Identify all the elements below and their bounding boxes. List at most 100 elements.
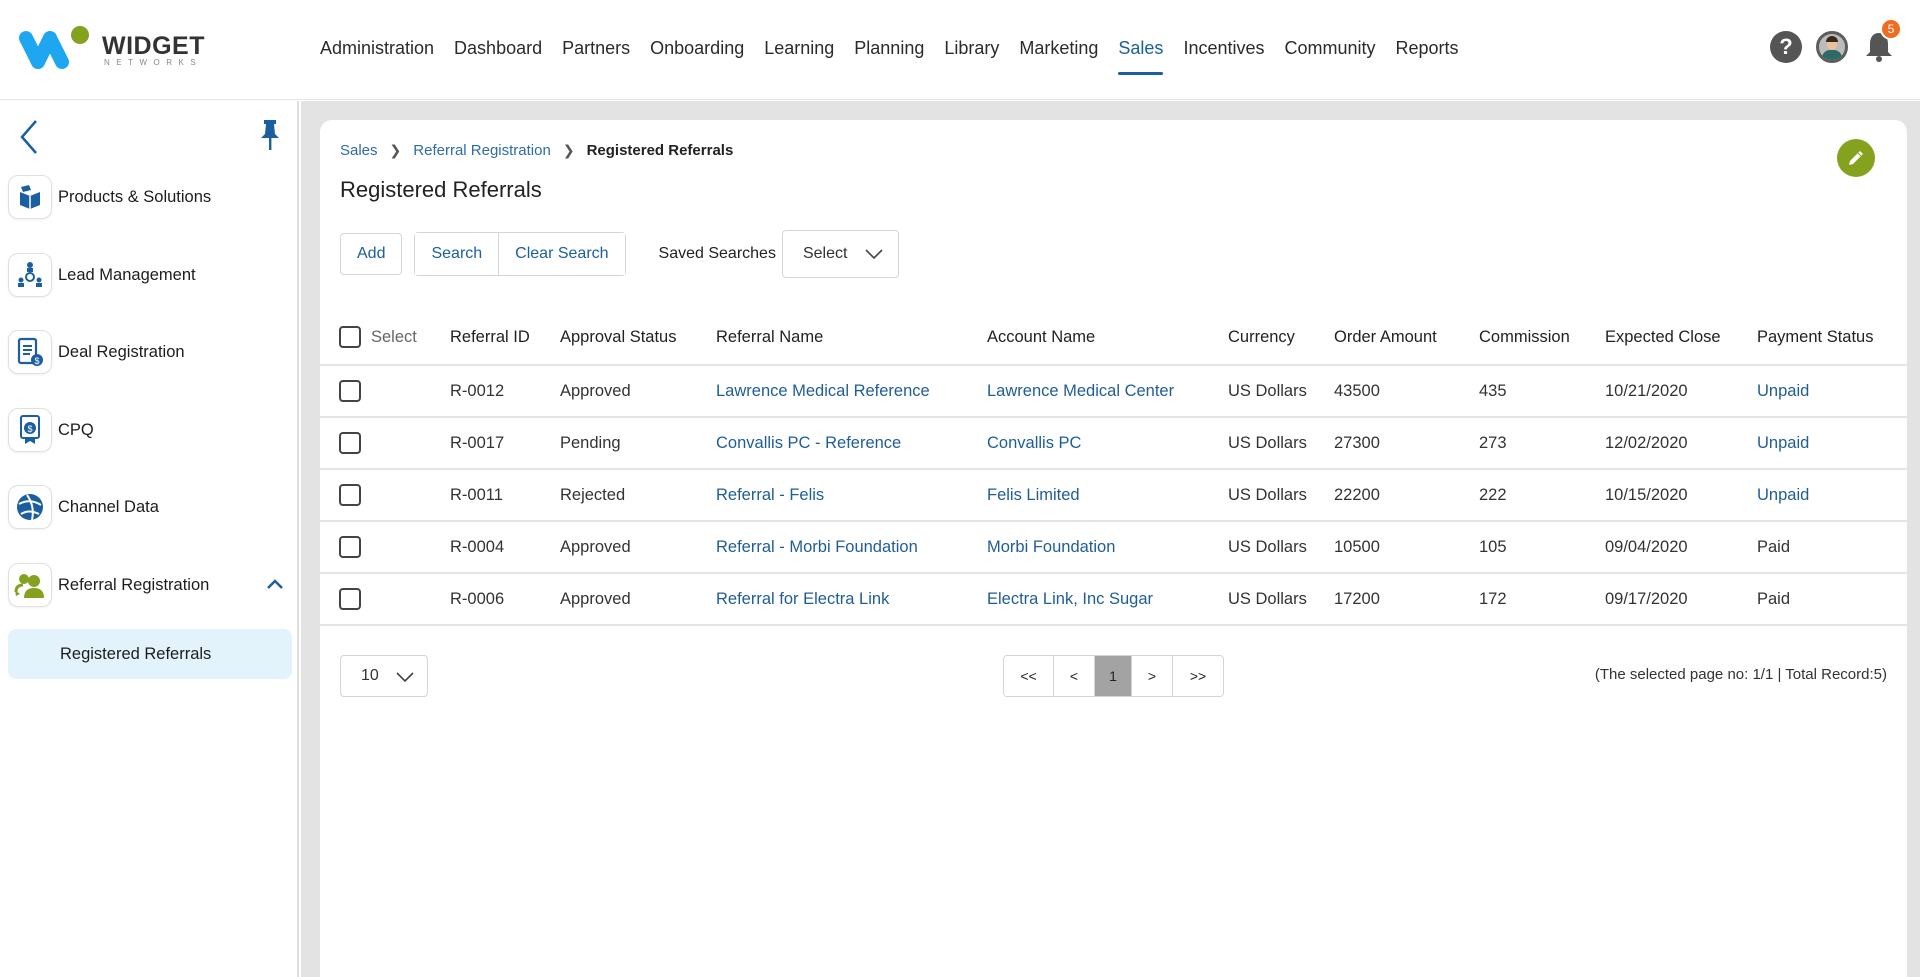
order-amount: 10500 bbox=[1334, 537, 1380, 556]
order-amount: 27300 bbox=[1334, 433, 1380, 452]
nav-administration[interactable]: Administration bbox=[320, 0, 434, 100]
account-name-link[interactable]: Electra Link, Inc Sugar bbox=[987, 574, 1153, 624]
currency: US Dollars bbox=[1228, 589, 1307, 608]
help-icon[interactable]: ? bbox=[1770, 31, 1802, 63]
column-header-account-name[interactable]: Account Name bbox=[987, 310, 1095, 364]
approval-status: Approved bbox=[560, 381, 631, 400]
table-row[interactable]: R-0004 Approved Referral - Morbi Foundat… bbox=[320, 522, 1907, 574]
notifications-button[interactable]: 5 bbox=[1862, 18, 1902, 64]
nav-community[interactable]: Community bbox=[1284, 0, 1375, 100]
referral-name-link[interactable]: Lawrence Medical Reference bbox=[716, 366, 930, 416]
edit-button[interactable] bbox=[1837, 139, 1875, 177]
payment-status: Paid bbox=[1757, 537, 1791, 556]
saved-searches-select[interactable]: Select bbox=[781, 230, 899, 278]
account-name-link[interactable]: Felis Limited bbox=[987, 470, 1080, 520]
chevron-down-icon bbox=[865, 249, 883, 260]
content-card: Sales ❯ Referral Registration ❯ Register… bbox=[320, 120, 1907, 977]
sidebar-item-cpq[interactable]: $ CPQ bbox=[8, 405, 293, 455]
sidebar-item-label: CPQ bbox=[58, 420, 94, 439]
sidebar-subitem-registered-referrals[interactable]: Registered Referrals bbox=[8, 629, 292, 679]
column-header-expected-close[interactable]: Expected Close bbox=[1605, 310, 1721, 364]
toolbar: Add Search Clear Search Saved Searches S… bbox=[340, 230, 899, 278]
clear-search-button[interactable]: Clear Search bbox=[498, 233, 625, 275]
referral-name-link[interactable]: Referral - Morbi Foundation bbox=[716, 522, 918, 572]
row-checkbox[interactable] bbox=[339, 588, 361, 610]
last-page-button[interactable]: >> bbox=[1173, 656, 1223, 696]
nav-dashboard[interactable]: Dashboard bbox=[454, 0, 542, 100]
row-checkbox[interactable] bbox=[339, 432, 361, 454]
table-row[interactable]: R-0006 Approved Referral for Electra Lin… bbox=[320, 574, 1907, 626]
table-row[interactable]: R-0011 Rejected Referral - Felis Felis L… bbox=[320, 470, 1907, 522]
order-amount: 22200 bbox=[1334, 485, 1380, 504]
select-all-checkbox[interactable] bbox=[339, 326, 361, 348]
sidebar-item-products-solutions[interactable]: Products & Solutions bbox=[8, 172, 293, 222]
referral-id: R-0017 bbox=[450, 433, 505, 452]
payment-status-link[interactable]: Unpaid bbox=[1757, 418, 1809, 468]
page-1-button[interactable]: 1 bbox=[1095, 656, 1132, 696]
expected-close: 10/21/2020 bbox=[1605, 381, 1688, 400]
payment-status-link[interactable]: Unpaid bbox=[1757, 470, 1809, 520]
sidebar-item-label: Lead Management bbox=[58, 265, 196, 284]
nav-sales[interactable]: Sales bbox=[1118, 0, 1164, 100]
nav-library[interactable]: Library bbox=[944, 0, 999, 100]
first-page-button[interactable]: << bbox=[1004, 656, 1054, 696]
referral-name-link[interactable]: Convallis PC - Reference bbox=[716, 418, 901, 468]
svg-text:$: $ bbox=[34, 356, 39, 366]
logo-mark-icon bbox=[19, 26, 89, 69]
header-actions: ? 5 bbox=[1770, 18, 1902, 64]
nav-planning[interactable]: Planning bbox=[854, 0, 924, 100]
account-name-link[interactable]: Lawrence Medical Center bbox=[987, 366, 1174, 416]
account-name-link[interactable]: Morbi Foundation bbox=[987, 522, 1115, 572]
nav-reports[interactable]: Reports bbox=[1396, 0, 1459, 100]
nav-incentives[interactable]: Incentives bbox=[1183, 0, 1264, 100]
user-avatar[interactable] bbox=[1816, 31, 1848, 63]
collapse-sidebar-icon[interactable] bbox=[14, 117, 44, 157]
nav-partners[interactable]: Partners bbox=[562, 0, 630, 100]
account-name-link[interactable]: Convallis PC bbox=[987, 418, 1081, 468]
row-checkbox[interactable] bbox=[339, 536, 361, 558]
page-title: Registered Referrals bbox=[340, 177, 542, 202]
page-size-select[interactable]: 10 bbox=[340, 655, 428, 697]
chevron-up-icon[interactable] bbox=[265, 574, 285, 594]
sidebar-item-referral-registration[interactable]: Referral Registration bbox=[8, 560, 293, 610]
breadcrumb-referral-registration[interactable]: Referral Registration bbox=[413, 142, 551, 159]
search-button[interactable]: Search bbox=[415, 233, 499, 275]
table-row[interactable]: R-0017 Pending Convallis PC - Reference … bbox=[320, 418, 1907, 470]
breadcrumb-sales[interactable]: Sales bbox=[340, 142, 378, 159]
column-header-currency[interactable]: Currency bbox=[1228, 310, 1295, 364]
approval-status: Rejected bbox=[560, 485, 626, 504]
referrals-table: Select Referral ID Approval Status Refer… bbox=[320, 310, 1907, 626]
column-header-payment-status[interactable]: Payment Status bbox=[1757, 310, 1873, 364]
approval-status: Pending bbox=[560, 433, 621, 452]
svg-text:$: $ bbox=[27, 424, 32, 434]
pin-icon[interactable] bbox=[258, 119, 282, 151]
nav-marketing[interactable]: Marketing bbox=[1019, 0, 1098, 100]
next-page-button[interactable]: > bbox=[1132, 656, 1173, 696]
nav-learning[interactable]: Learning bbox=[764, 0, 834, 100]
expected-close: 09/04/2020 bbox=[1605, 537, 1688, 556]
column-header-referral-name[interactable]: Referral Name bbox=[716, 310, 823, 364]
pagination: << < 1 > >> bbox=[1003, 655, 1224, 697]
referral-name-link[interactable]: Referral - Felis bbox=[716, 470, 824, 520]
referral-name-link[interactable]: Referral for Electra Link bbox=[716, 574, 889, 624]
logo-tagline: NETWORKS bbox=[104, 58, 203, 67]
widget-networks-logo[interactable]: WIDGET NETWORKS bbox=[16, 26, 205, 74]
add-button[interactable]: Add bbox=[340, 233, 403, 275]
prev-page-button[interactable]: < bbox=[1054, 656, 1095, 696]
column-header-commission[interactable]: Commission bbox=[1479, 310, 1570, 364]
sidebar-item-deal-registration[interactable]: $ Deal Registration bbox=[8, 327, 293, 377]
column-header-referral-id[interactable]: Referral ID bbox=[450, 310, 530, 364]
payment-status-link[interactable]: Unpaid bbox=[1757, 366, 1809, 416]
sidebar-item-channel-data[interactable]: Channel Data bbox=[8, 482, 293, 532]
row-checkbox[interactable] bbox=[339, 380, 361, 402]
table-row[interactable]: R-0012 Approved Lawrence Medical Referen… bbox=[320, 366, 1907, 418]
column-header-approval-status[interactable]: Approval Status bbox=[560, 310, 676, 364]
nav-onboarding[interactable]: Onboarding bbox=[650, 0, 744, 100]
currency: US Dollars bbox=[1228, 485, 1307, 504]
column-header-order-amount[interactable]: Order Amount bbox=[1334, 310, 1437, 364]
referral-id: R-0011 bbox=[450, 485, 503, 504]
row-checkbox[interactable] bbox=[339, 484, 361, 506]
sidebar-item-lead-management[interactable]: Lead Management bbox=[8, 250, 293, 300]
row-select-cell bbox=[339, 522, 361, 572]
saved-searches-value: Select bbox=[802, 245, 848, 262]
